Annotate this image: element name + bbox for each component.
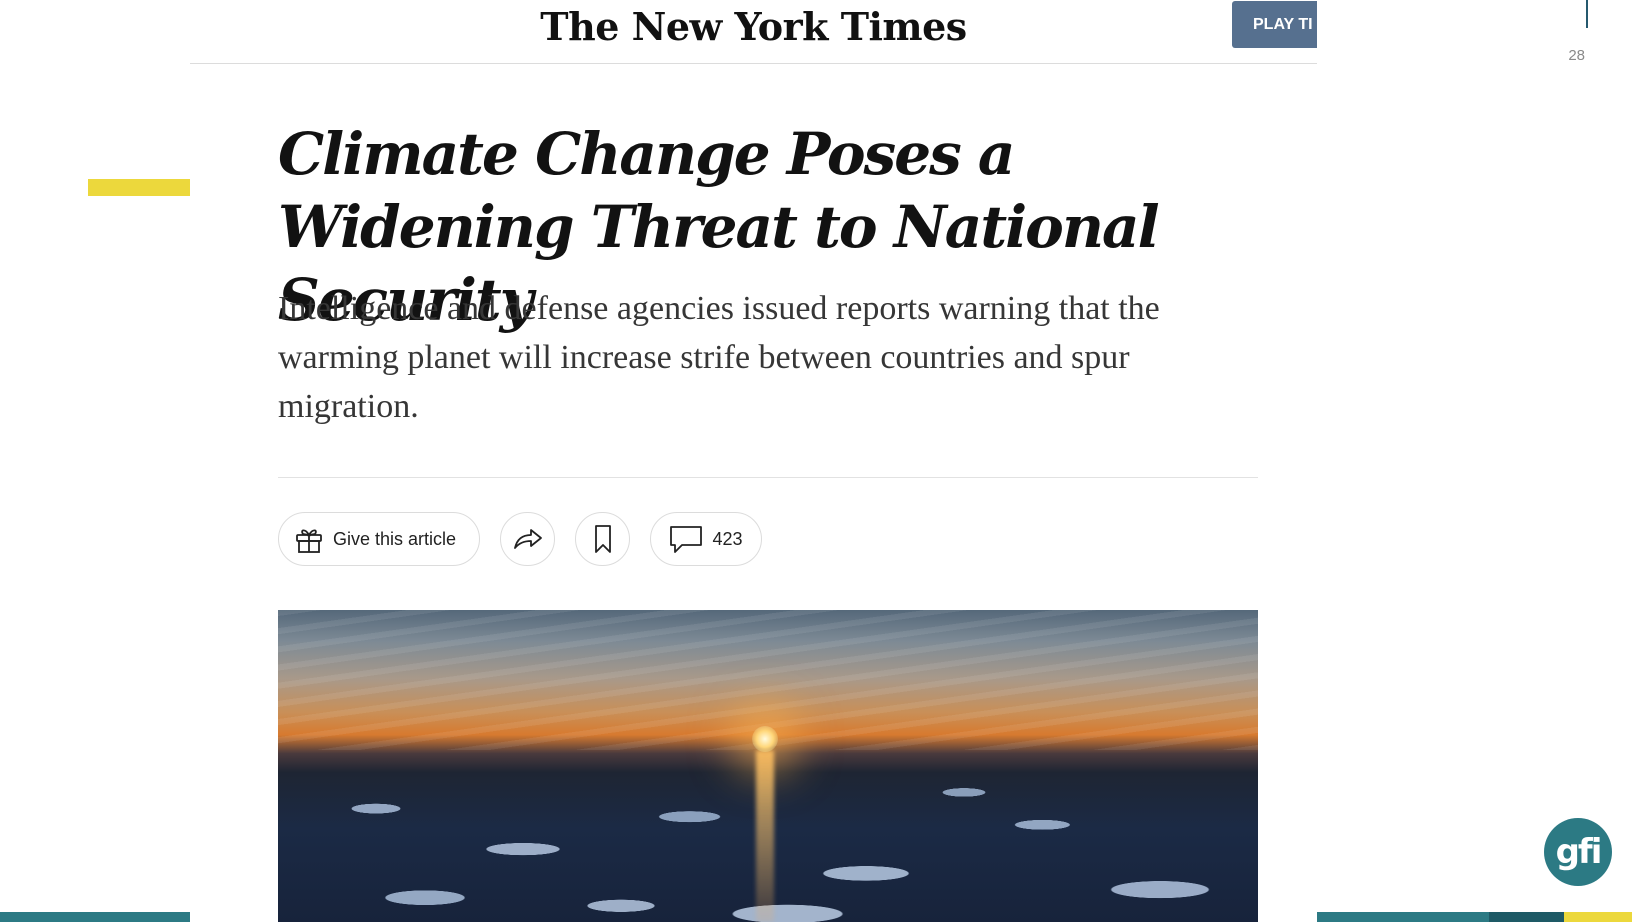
- gfi-logo: gfi: [1544, 818, 1612, 886]
- gift-icon: [293, 523, 325, 555]
- gfi-logo-text: gfi: [1555, 832, 1603, 872]
- comment-icon: [669, 524, 703, 554]
- article-summary: Intelligence and defense agencies issued…: [278, 290, 1160, 425]
- header-divider: [278, 477, 1258, 478]
- nyt-masthead-logo[interactable]: The New York Times: [190, 4, 1317, 49]
- yellow-accent-bar: [88, 179, 190, 196]
- slide-page-number: 28: [1568, 47, 1585, 64]
- bottom-strip-left: [0, 912, 190, 922]
- give-article-button[interactable]: Give this article: [278, 512, 480, 566]
- bottom-strip-yellow: [1564, 912, 1632, 922]
- give-article-label: Give this article: [333, 528, 457, 549]
- share-button[interactable]: [500, 512, 555, 566]
- photo-sun: [752, 726, 778, 752]
- nyt-header: The New York Times PLAY TI: [190, 0, 1317, 64]
- sunset-over-sea-ice-photo: [278, 610, 1258, 922]
- comment-count: 423: [712, 528, 743, 549]
- comments-button[interactable]: 423: [650, 512, 762, 566]
- bottom-strip-dark: [1489, 912, 1564, 922]
- share-icon: [513, 527, 543, 551]
- bookmark-icon: [593, 524, 613, 554]
- nyt-article-screenshot: The New York Times PLAY TI Climate Chang…: [190, 0, 1317, 922]
- save-bookmark-button[interactable]: [575, 512, 630, 566]
- corner-tick-line: [1586, 0, 1588, 28]
- bottom-strip-teal: [1317, 912, 1489, 922]
- photo-sun-reflection: [756, 750, 774, 922]
- play-button[interactable]: PLAY TI: [1232, 1, 1317, 48]
